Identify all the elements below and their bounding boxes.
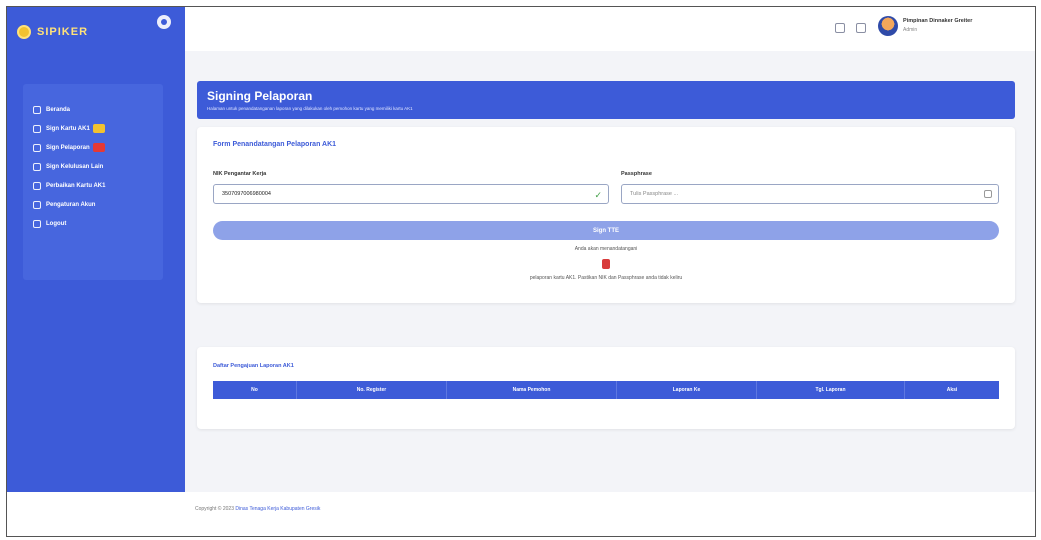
fullscreen-icon[interactable] <box>856 23 866 33</box>
user-role: Admin <box>903 27 918 33</box>
nik-value: 3507097006980004 <box>222 191 271 197</box>
sidebar-item-sign-pelaporan[interactable]: Sign Pelaporan <box>23 138 163 157</box>
sidebar-item-pengaturan-akun[interactable]: Pengaturan Akun <box>23 195 163 214</box>
sidebar-toggle-button[interactable] <box>157 15 171 29</box>
home-icon <box>33 105 41 114</box>
passphrase-placeholder: Tulis Passphrase ... <box>630 191 679 197</box>
sidebar-item-label: Sign Kelulusan Lain <box>46 163 104 170</box>
document-icon <box>33 143 41 152</box>
column-header[interactable]: No <box>213 381 297 399</box>
warning-icon <box>602 259 610 269</box>
sidebar-item-sign-kartu-ak1[interactable]: Sign Kartu AK1 <box>23 119 163 138</box>
sidebar-item-label: Beranda <box>46 106 71 113</box>
brand-name: SIPIKER <box>37 26 89 38</box>
list-title: Daftar Pengajuan Laporan AK1 <box>213 363 294 369</box>
column-header[interactable]: No. Register <box>297 381 447 399</box>
nik-field[interactable]: 3507097006980004 ✓ <box>213 184 609 204</box>
footer-text: Copyright © 2023 Dinas Tenaga Kerja Kabu… <box>195 506 320 512</box>
sidebar-item-label: Sign Pelaporan <box>46 144 90 151</box>
logout-icon <box>33 219 41 228</box>
sidebar-item-sign-kelulusan-lain[interactable]: Sign Kelulusan Lain <box>23 157 163 176</box>
page-header: Signing Pelaporan Halaman untuk penandat… <box>197 81 1015 119</box>
brand-logo-icon <box>17 25 31 39</box>
footer: Copyright © 2023 Dinas Tenaga Kerja Kabu… <box>7 492 1035 536</box>
form-title: Form Penandatangan Pelaporan AK1 <box>213 141 337 148</box>
signing-form-card: Form Penandatangan Pelaporan AK1 NIK Pen… <box>197 127 1015 303</box>
nik-label: NIK Pengantar Kerja <box>213 171 267 177</box>
user-name[interactable]: Pimpinan Dinnaker Greiter <box>903 18 972 24</box>
eye-icon[interactable] <box>984 190 992 198</box>
passphrase-label: Passphrase <box>621 171 652 177</box>
report-list-card: Daftar Pengajuan Laporan AK1 No No. Regi… <box>197 347 1015 429</box>
passphrase-field[interactable]: Tulis Passphrase ... <box>621 184 999 204</box>
sign-tte-button[interactable]: Sign TTE <box>213 221 999 240</box>
footer-org-link[interactable]: Dinas Tenaga Kerja Kabupaten Gresik <box>235 506 320 512</box>
file-icon <box>33 162 41 171</box>
sidebar-menu: Beranda Sign Kartu AK1 Sign Pelaporan Si… <box>23 84 163 280</box>
sidebar-item-label: Logout <box>46 220 67 227</box>
notification-badge <box>92 124 105 133</box>
settings-icon <box>33 200 41 209</box>
notification-badge <box>92 143 105 152</box>
sidebar-item-logout[interactable]: Logout <box>23 214 163 233</box>
info-note: pelaporan kartu AK1. Pastikan NIK dan Pa… <box>529 275 683 281</box>
sidebar-item-beranda[interactable]: Beranda <box>23 100 163 119</box>
app-window: SIPIKER Beranda Sign Kartu AK1 Sign Pela… <box>6 6 1036 537</box>
sidebar-item-label: Pengaturan Akun <box>46 201 96 208</box>
sidebar-item-label: Perbaikan Kartu AK1 <box>46 182 106 189</box>
sidebar: SIPIKER Beranda Sign Kartu AK1 Sign Pela… <box>7 7 185 492</box>
column-header[interactable]: Laporan Ke <box>617 381 757 399</box>
sidebar-item-label: Sign Kartu AK1 <box>46 125 90 132</box>
edit-icon <box>33 181 41 190</box>
translate-icon[interactable] <box>835 23 845 33</box>
sidebar-item-perbaikan-kartu-ak1[interactable]: Perbaikan Kartu AK1 <box>23 176 163 195</box>
brand[interactable]: SIPIKER <box>17 17 177 47</box>
column-header[interactable]: Tgl. Laporan <box>757 381 905 399</box>
page-subtitle: Halaman untuk penandatanganan laporan ya… <box>207 106 413 111</box>
column-header[interactable]: Nama Pemohon <box>447 381 617 399</box>
sign-note: Anda akan menandatangani <box>574 246 638 252</box>
page-title: Signing Pelaporan <box>207 89 313 103</box>
avatar[interactable] <box>878 16 898 36</box>
check-icon: ✓ <box>594 190 602 200</box>
table-header: No No. Register Nama Pemohon Laporan Ke … <box>213 381 999 399</box>
copyright-text: Copyright © 2023 <box>195 506 234 512</box>
main-content: Signing Pelaporan Halaman untuk penandat… <box>185 51 1035 492</box>
signature-icon <box>33 124 41 133</box>
topbar: Pimpinan Dinnaker Greiter Admin <box>185 7 1035 51</box>
column-header[interactable]: Aksi <box>905 381 999 399</box>
